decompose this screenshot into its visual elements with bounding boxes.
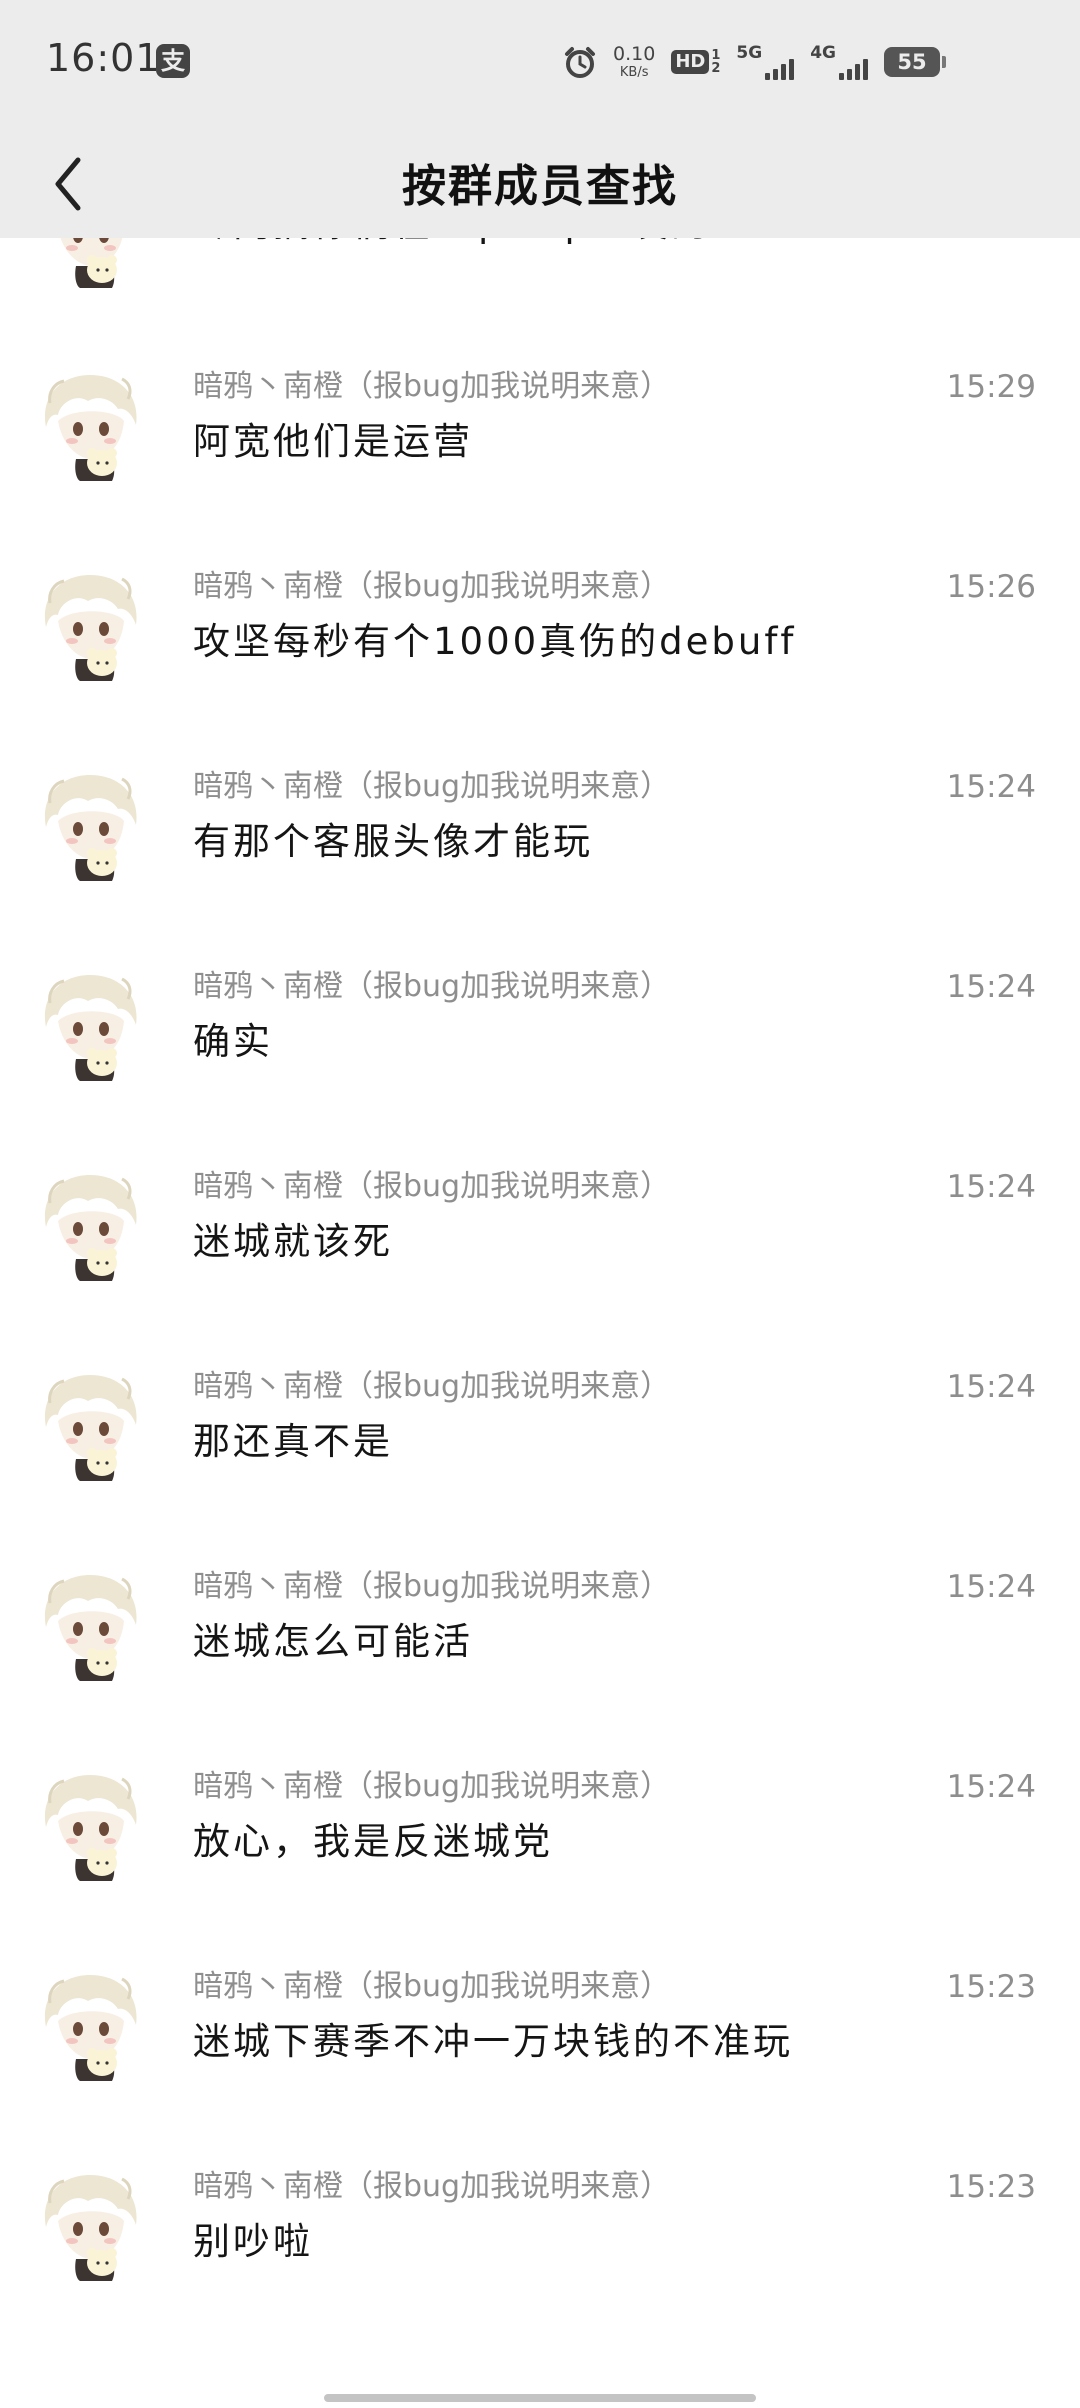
avatar[interactable] [32, 1963, 150, 2081]
network-type-4g: 4G [810, 42, 836, 63]
status-bar: 16:01 支 0.10 KB/s HD 1 2 5G 4G 55 [0, 0, 1080, 126]
network-type-5g: 5G [736, 42, 763, 63]
avatar[interactable] [32, 2163, 150, 2281]
message-time: 15:24 [946, 969, 1036, 1005]
avatar[interactable] [32, 1763, 150, 1881]
network-speed-unit: KB/s [619, 65, 649, 80]
message-text: 放心，我是反迷城党 [193, 1820, 553, 1863]
message-item[interactable]: 暗鸦丶南橙（报bug加我说明来意） 15:24 有那个客服头像才能玩 [0, 763, 1080, 968]
sender-name: 暗鸦丶南橙（报bug加我说明来意） [193, 2169, 671, 2204]
message-text: 有那个客服头像才能玩 [193, 820, 593, 863]
message-item[interactable]: 暗鸦丶南橙（报bug加我说明来意） 15:26 攻坚每秒有个1000真伤的debuf… [0, 563, 1080, 768]
sender-name: 暗鸦丶南橙（报bug加我说明来意） [193, 1769, 671, 1804]
message-item[interactable]: 暗鸦丶南橙（报bug加我说明来意） 15:24 确实 [0, 963, 1080, 1168]
message-time: 15:24 [946, 1769, 1036, 1805]
message-time: 15:26 [946, 569, 1036, 605]
message-text: 迷城下赛季不冲一万块钱的不准玩 [193, 2020, 793, 2063]
network-speed-value: 0.10 [613, 43, 656, 65]
message-text: 迷城就该死 [193, 1220, 393, 1263]
sender-name: 暗鸦丶南橙（报bug加我说明来意） [193, 1569, 671, 1604]
top-bar: 16:01 支 0.10 KB/s HD 1 2 5G 4G 55 按群成员查找 [0, 0, 1080, 238]
alarm-icon [563, 45, 597, 79]
alipay-notification-icon: 支 [156, 44, 190, 78]
message-text: 确实 [193, 1020, 273, 1063]
message-time: 15:23 [946, 2169, 1036, 2205]
sender-name: 暗鸦丶南橙（报bug加我说明来意） [193, 1169, 671, 1204]
status-time: 16:01 [46, 36, 161, 80]
message-item[interactable]: 暗鸦丶南橙（报bug加我说明来意） 15:23 迷城下赛季不冲一万块钱的不准玩 [0, 1963, 1080, 2168]
message-time: 15:24 [946, 1369, 1036, 1405]
screen: 专门搞你们在Tap Tap上发的 暗鸦丶南橙（报bug加我说明来意）15:29阿… [0, 0, 1080, 2408]
signal-icon-sim2: 4G [810, 42, 868, 80]
sender-name: 暗鸦丶南橙（报bug加我说明来意） [193, 769, 671, 804]
hd-volte-badge: HD 1 2 [671, 49, 720, 75]
avatar[interactable] [32, 1163, 150, 1281]
message-text: 攻坚每秒有个1000真伤的debuff [193, 620, 797, 663]
message-item[interactable]: 暗鸦丶南橙（报bug加我说明来意） 15:23 别吵啦 [0, 2163, 1080, 2368]
message-item[interactable]: 暗鸦丶南橙（报bug加我说明来意） 15:24 迷城就该死 [0, 1163, 1080, 1368]
message-time: 15:24 [946, 769, 1036, 805]
message-text: 阿宽他们是运营 [193, 420, 473, 463]
message-text: 迷城怎么可能活 [193, 1620, 473, 1663]
message-item[interactable]: 暗鸦丶南橙（报bug加我说明来意） 15:24 放心，我是反迷城党 [0, 1763, 1080, 1968]
avatar[interactable] [32, 363, 150, 481]
nav-bar: 按群成员查找 [0, 126, 1080, 238]
message-text: 那还真不是 [193, 1420, 393, 1463]
avatar[interactable] [32, 563, 150, 681]
sender-name: 暗鸦丶南橙（报bug加我说明来意） [193, 969, 671, 1004]
sender-name: 暗鸦丶南橙（报bug加我说明来意） [193, 369, 671, 404]
hd-label: HD [671, 50, 710, 74]
home-indicator[interactable] [324, 2394, 756, 2402]
sender-name: 暗鸦丶南橙（报bug加我说明来意） [193, 1369, 671, 1404]
sender-name: 暗鸦丶南橙（报bug加我说明来意） [193, 569, 671, 604]
message-text: 别吵啦 [193, 2220, 313, 2263]
hd-sim-bottom: 2 [711, 61, 721, 76]
avatar[interactable] [32, 1363, 150, 1481]
avatar[interactable] [32, 1563, 150, 1681]
network-speed: 0.10 KB/s [613, 43, 656, 80]
message-item[interactable]: 暗鸦丶南橙（报bug加我说明来意） 15:24 那还真不是 [0, 1363, 1080, 1568]
message-item[interactable]: 暗鸦丶南橙（报bug加我说明来意） 15:29 阿宽他们是运营 [0, 363, 1080, 568]
message-item[interactable]: 暗鸦丶南橙（报bug加我说明来意） 15:24 迷城怎么可能活 [0, 1563, 1080, 1768]
battery-icon: 55 [884, 47, 946, 77]
page-title: 按群成员查找 [402, 161, 678, 212]
status-icons: 0.10 KB/s HD 1 2 5G 4G 55 [563, 38, 946, 86]
message-time: 15:24 [946, 1569, 1036, 1605]
message-time: 15:29 [946, 369, 1036, 405]
message-time: 15:23 [946, 1969, 1036, 2005]
signal-icon: 5G [736, 42, 795, 80]
message-list[interactable]: 专门搞你们在Tap Tap上发的 暗鸦丶南橙（报bug加我说明来意）15:29阿… [0, 0, 1080, 2408]
avatar[interactable] [32, 963, 150, 1081]
avatar[interactable] [32, 763, 150, 881]
message-time: 15:24 [946, 1169, 1036, 1205]
sender-name: 暗鸦丶南橙（报bug加我说明来意） [193, 1969, 671, 2004]
